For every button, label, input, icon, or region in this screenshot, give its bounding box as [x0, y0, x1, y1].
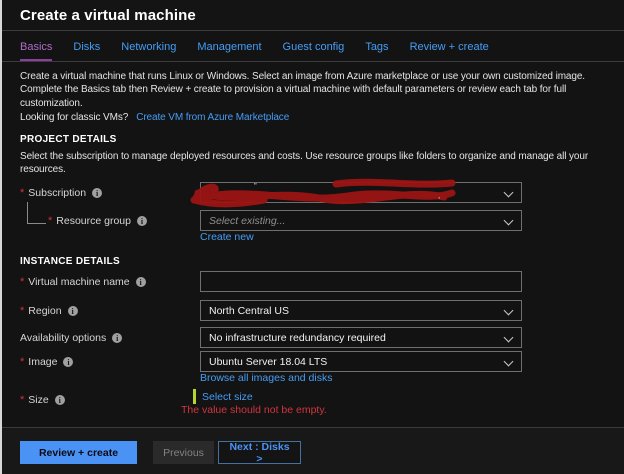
info-icon[interactable]: i [137, 216, 147, 226]
tab-networking[interactable]: Networking [121, 41, 176, 61]
vm-name-row: * Virtual machine name i [0, 271, 624, 292]
chevron-down-icon [503, 332, 514, 343]
project-details-description: Select the subscription to manage deploy… [20, 151, 589, 175]
create-vm-page: Create a virtual machine Basics Disks Ne… [0, 0, 624, 474]
info-icon[interactable]: i [135, 277, 146, 287]
availability-row: Availability options i No infrastructure… [0, 327, 624, 348]
required-marker: * [48, 215, 53, 227]
resource-group-placeholder: Select existing... [209, 214, 286, 227]
resource-group-row: * Resource group i Select existing... [0, 210, 624, 231]
browse-images-link[interactable]: Browse all images and disks [200, 372, 332, 384]
footer-bar: Review + create Previous Next : Disks > [0, 427, 624, 474]
required-marker: * [20, 276, 25, 288]
required-marker: * [20, 394, 25, 406]
region-label: * Region i [20, 305, 78, 317]
availability-label: Availability options i [20, 332, 123, 344]
image-dropdown[interactable]: Ubuntu Server 18.04 LTS [200, 351, 522, 372]
title-bar: Create a virtual machine [0, 0, 624, 31]
chevron-down-icon [503, 215, 514, 226]
region-dropdown[interactable]: North Central US [200, 300, 522, 321]
availability-value: No infrastructure redundancy required [209, 331, 386, 344]
size-validation-error: The value should not be empty. [181, 404, 327, 416]
subscription-dropdown[interactable] [200, 182, 522, 203]
panel-edge-divider [0, 0, 2, 474]
intro-line: customization. [20, 97, 83, 109]
image-label: * Image i [20, 356, 74, 368]
tab-guest-config[interactable]: Guest config [283, 41, 345, 61]
next-disks-button[interactable]: Next : Disks > [218, 441, 301, 465]
tab-bar: Basics Disks Networking Management Guest… [0, 32, 624, 62]
chevron-down-icon [503, 356, 514, 367]
required-marker: * [20, 356, 25, 368]
intro-line: Complete the Basics tab then Review + cr… [20, 84, 567, 96]
size-field-accent-bar [193, 389, 196, 404]
tab-review-create[interactable]: Review + create [410, 41, 489, 61]
page-title: Create a virtual machine [20, 6, 196, 24]
resource-group-dropdown[interactable]: Select existing... [200, 210, 522, 231]
region-row: * Region i North Central US [0, 300, 624, 321]
resource-group-label: * Resource group i [48, 215, 147, 227]
info-icon[interactable]: i [112, 333, 123, 343]
image-row: * Image i Ubuntu Server 18.04 LTS [0, 351, 624, 372]
required-marker: * [20, 187, 25, 199]
tab-disks[interactable]: Disks [73, 41, 100, 61]
intro-text: Create a virtual machine that runs Linux… [20, 70, 585, 125]
create-new-resource-group-link[interactable]: Create new [200, 231, 254, 243]
size-select[interactable]: Select size [193, 389, 253, 404]
subscription-label: * Subscription i [20, 187, 103, 199]
classic-vms-prompt: Looking for classic VMs? [20, 112, 129, 124]
info-icon[interactable]: i [54, 395, 65, 405]
vm-name-input[interactable] [200, 271, 522, 292]
image-value: Ubuntu Server 18.04 LTS [209, 355, 328, 368]
availability-dropdown[interactable]: No infrastructure redundancy required [200, 327, 522, 348]
tab-basics[interactable]: Basics [20, 41, 52, 61]
required-marker: * [20, 305, 25, 317]
subscription-row: * Subscription i [0, 182, 624, 203]
instance-details-heading: INSTANCE DETAILS [20, 256, 120, 267]
region-value: North Central US [209, 304, 289, 317]
info-icon[interactable]: i [92, 188, 103, 198]
chevron-down-icon [503, 187, 514, 198]
project-details-heading: PROJECT DETAILS [20, 134, 117, 145]
vm-name-label: * Virtual machine name i [20, 276, 146, 288]
intro-line: Create a virtual machine that runs Linux… [20, 71, 585, 82]
info-icon[interactable]: i [67, 306, 78, 316]
chevron-down-icon [503, 305, 514, 316]
size-label: * Size i [20, 394, 65, 406]
select-size-link[interactable]: Select size [202, 391, 253, 403]
create-vm-marketplace-link[interactable]: Create VM from Azure Marketplace [136, 111, 289, 124]
previous-button[interactable]: Previous [153, 441, 214, 464]
tab-tags[interactable]: Tags [365, 41, 388, 61]
review-create-button[interactable]: Review + create [20, 441, 137, 464]
info-icon[interactable]: i [63, 357, 74, 367]
tab-management[interactable]: Management [197, 41, 261, 61]
